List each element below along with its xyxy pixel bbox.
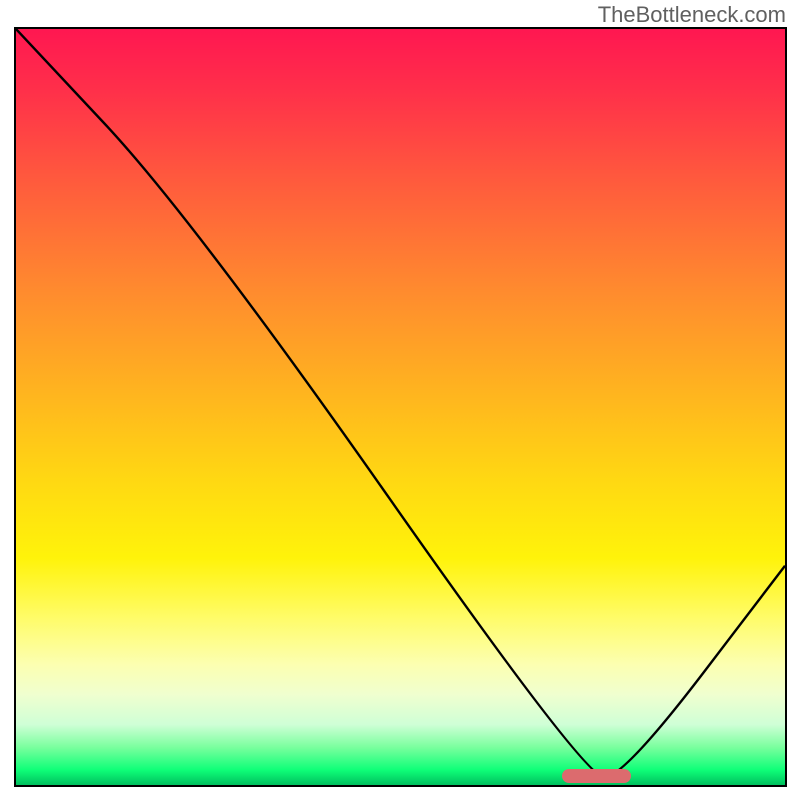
watermark-label: TheBottleneck.com (598, 2, 786, 28)
chart-line (16, 29, 785, 785)
optimum-marker (562, 769, 631, 783)
chart-frame (14, 27, 787, 787)
